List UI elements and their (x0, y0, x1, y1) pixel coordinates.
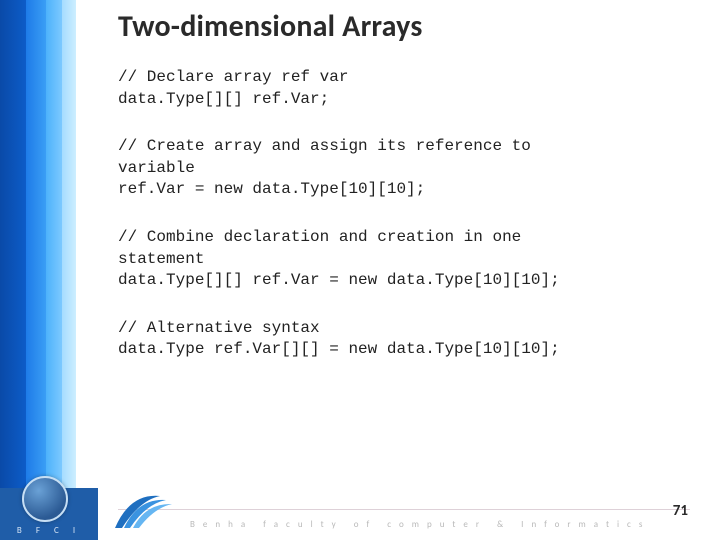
code-line: variable (118, 158, 690, 180)
logo-badge-icon (22, 476, 68, 522)
code-line: data.Type[][] ref.Var; (118, 89, 690, 111)
stripe-3 (46, 0, 62, 540)
left-decorative-rail (0, 0, 98, 540)
code-line: // Declare array ref var (118, 67, 690, 89)
code-line: statement (118, 249, 690, 271)
stripe-5 (76, 0, 98, 540)
code-line: // Alternative syntax (118, 318, 690, 340)
swoosh-icon (110, 488, 180, 534)
stripe-4 (62, 0, 76, 540)
code-block-4: // Alternative syntax data.Type ref.Var[… (118, 318, 690, 361)
code-line: data.Type ref.Var[][] = new data.Type[10… (118, 339, 690, 361)
bfci-label: B F C I (17, 525, 81, 536)
code-line: data.Type[][] ref.Var = new data.Type[10… (118, 270, 690, 292)
footer-faculty-text: Benha faculty of computer & Informatics (190, 519, 650, 530)
footer-bar: B F C I Benha faculty of computer & Info… (0, 488, 720, 540)
stripe-1 (0, 0, 26, 540)
code-line: ref.Var = new data.Type[10][10]; (118, 179, 690, 201)
code-line: // Combine declaration and creation in o… (118, 227, 690, 249)
page-number: 71 (673, 502, 688, 520)
code-block-1: // Declare array ref var data.Type[][] r… (118, 67, 690, 110)
code-block-2: // Create array and assign its reference… (118, 136, 690, 201)
stripe-2 (26, 0, 46, 540)
code-line: // Create array and assign its reference… (118, 136, 690, 158)
slide-content: Two-dimensional Arrays // Declare array … (118, 8, 690, 387)
code-block-3: // Combine declaration and creation in o… (118, 227, 690, 292)
slide-title: Two-dimensional Arrays (118, 8, 690, 45)
